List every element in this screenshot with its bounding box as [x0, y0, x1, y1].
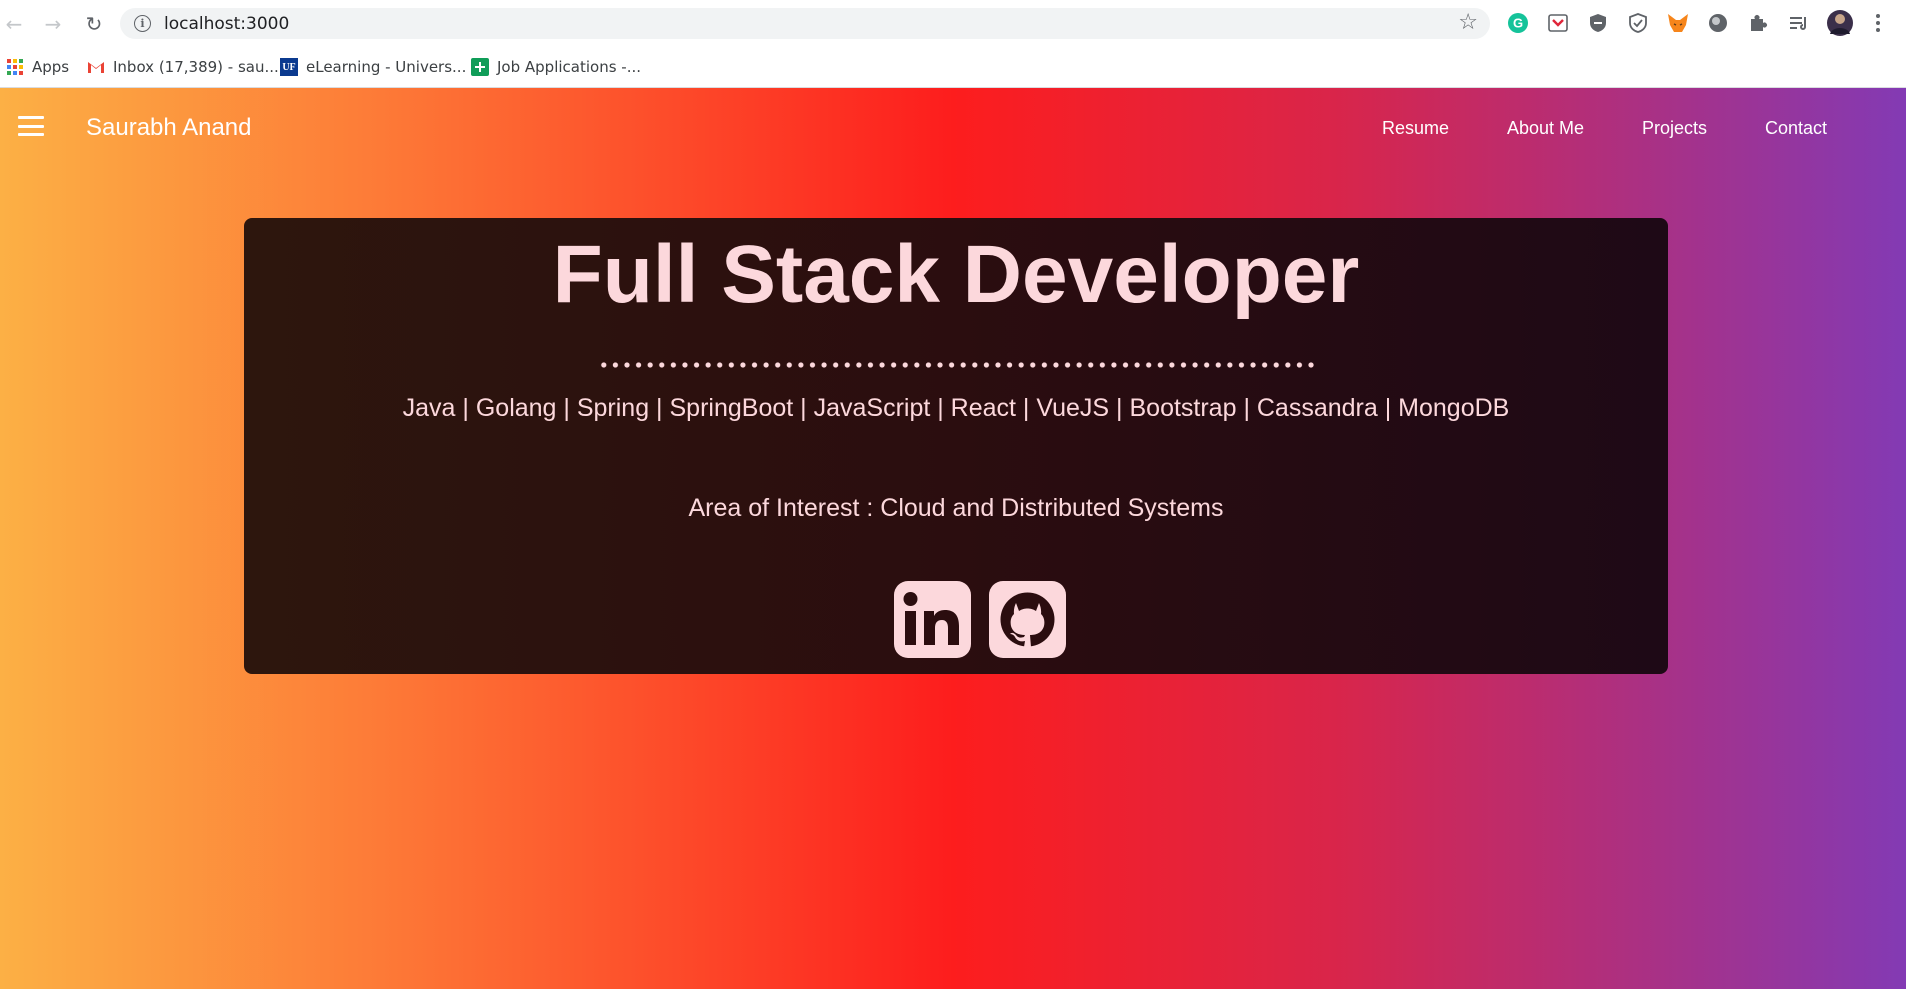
nav-link-contact[interactable]: Contact	[1765, 118, 1827, 139]
page-background: Saurabh Anand Resume About Me Projects C…	[0, 88, 1906, 989]
gmail-icon	[87, 58, 105, 76]
menu-dots-icon[interactable]	[1866, 11, 1890, 35]
apps-grid-icon	[6, 58, 24, 76]
forward-button[interactable]: →	[39, 10, 67, 38]
bookmark-label: Inbox (17,389) - sau...	[113, 58, 279, 76]
address-bar[interactable]: i localhost:3000 ☆	[120, 8, 1490, 39]
sheets-icon	[471, 58, 489, 76]
bookmark-job-applications[interactable]: Job Applications -...	[471, 56, 641, 78]
reload-button[interactable]: ↻	[80, 10, 108, 38]
nav-link-about-me[interactable]: About Me	[1507, 118, 1584, 139]
bookmark-star-icon[interactable]: ☆	[1458, 10, 1478, 35]
back-button[interactable]: ←	[0, 10, 28, 38]
grammarly-icon[interactable]: G	[1506, 11, 1530, 35]
nav-link-resume[interactable]: Resume	[1382, 118, 1449, 139]
area-of-interest: Area of Interest : Cloud and Distributed…	[688, 494, 1224, 522]
bookmark-label: eLearning - Univers...	[306, 58, 467, 76]
bookmark-label: Job Applications -...	[497, 58, 642, 76]
check-shield-icon[interactable]	[1626, 11, 1650, 35]
bookmark-apps[interactable]: Apps	[6, 56, 69, 78]
site-navbar: Saurabh Anand Resume About Me Projects C…	[0, 88, 1906, 168]
linkedin-icon[interactable]	[894, 581, 971, 658]
hamburger-menu-icon[interactable]	[18, 116, 44, 136]
shield-icon[interactable]	[1586, 11, 1610, 35]
bookmark-elearning[interactable]: UF eLearning - Univers...	[280, 56, 466, 78]
hero-card: Full Stack Developer Java | Golang | Spr…	[244, 218, 1668, 674]
site-info-icon[interactable]: i	[134, 15, 151, 32]
circle-icon[interactable]	[1706, 11, 1730, 35]
profile-avatar[interactable]	[1826, 9, 1854, 37]
browser-toolbar: ← → ↻ i localhost:3000 ☆ G	[0, 0, 1906, 46]
hero-title: Full Stack Developer	[552, 229, 1360, 320]
metamask-icon[interactable]	[1666, 11, 1690, 35]
pocket-icon[interactable]	[1546, 11, 1570, 35]
site-brand[interactable]: Saurabh Anand	[86, 114, 251, 142]
bookmark-label: Apps	[32, 58, 70, 76]
dotted-divider	[598, 362, 1314, 368]
puzzle-icon[interactable]	[1746, 11, 1770, 35]
github-icon[interactable]	[989, 581, 1066, 658]
uf-icon: UF	[280, 58, 298, 76]
url-text[interactable]: localhost:3000	[164, 14, 289, 34]
nav-link-projects[interactable]: Projects	[1642, 118, 1707, 139]
reading-list-icon[interactable]	[1786, 11, 1810, 35]
skills-list: Java | Golang | Spring | SpringBoot | Ja…	[402, 394, 1510, 422]
bookmarks-bar: Apps Inbox (17,389) - sau... UF eLearnin…	[0, 46, 1906, 88]
grammarly-letter: G	[1513, 16, 1523, 31]
bookmark-inbox[interactable]: Inbox (17,389) - sau...	[87, 56, 279, 78]
